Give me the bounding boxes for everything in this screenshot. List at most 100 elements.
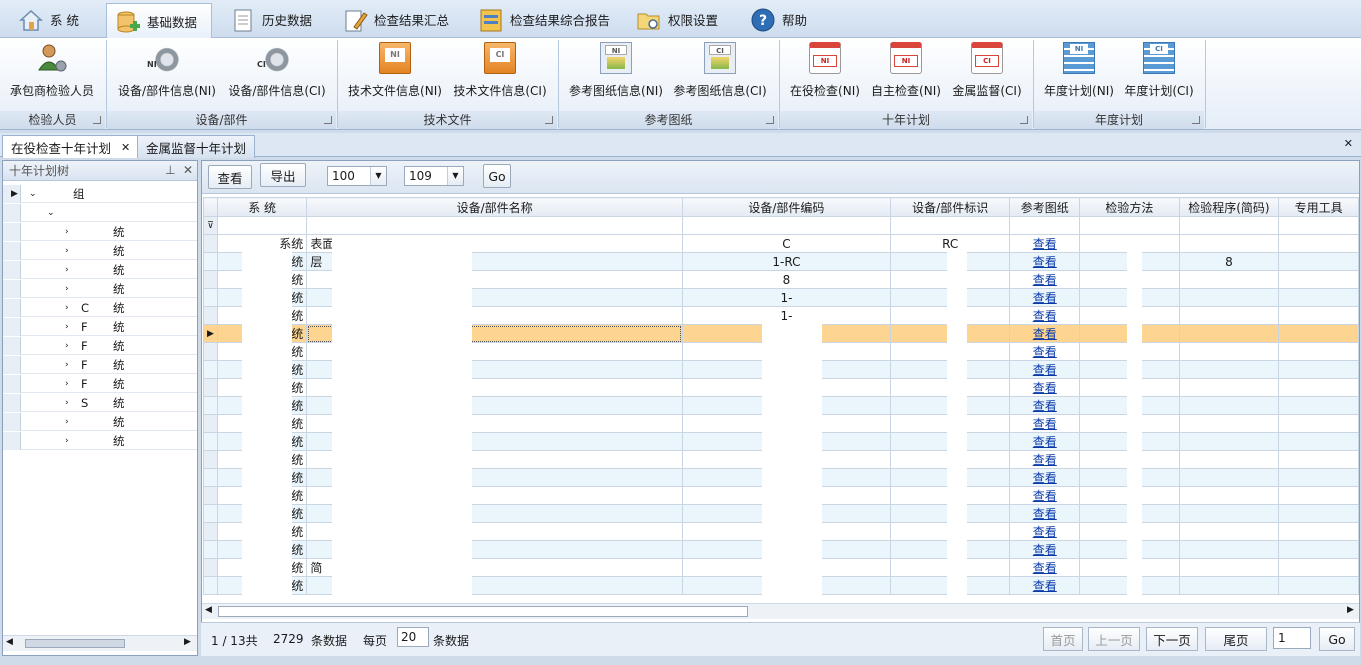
column-header[interactable]: 检验方法 (1079, 197, 1180, 217)
expand-icon[interactable]: › (65, 284, 69, 294)
expand-icon[interactable]: › (65, 322, 69, 332)
tree-node[interactable]: › S 统 (3, 394, 197, 412)
in-service-inspection-ni-button[interactable]: NI 在役检查(NI) (786, 42, 864, 102)
group-launcher-icon[interactable] (1020, 116, 1028, 124)
column-header[interactable]: 设备/部件标识 (889, 197, 1011, 217)
view-drawing-link[interactable]: 查看 (1033, 525, 1057, 539)
view-drawing-link[interactable]: 查看 (1033, 579, 1057, 593)
menu-system[interactable]: 系 统 (10, 3, 102, 36)
tree-node[interactable]: › 统 (3, 280, 197, 298)
column-header[interactable]: 专用工具 (1278, 197, 1359, 217)
tab-in-service-ten-year-plan[interactable]: 在役检查十年计划 ✕ (2, 135, 140, 158)
close-icon[interactable]: ✕ (183, 163, 193, 177)
export-button[interactable]: 导出 (260, 163, 306, 187)
view-drawing-link[interactable]: 查看 (1033, 561, 1057, 575)
tree-node[interactable]: › F 统 (3, 337, 197, 355)
menu-inspection-summary[interactable]: 检查结果汇总 (334, 3, 464, 36)
column-header[interactable]: 参考图纸 (1009, 197, 1081, 217)
annual-plan-ni-button[interactable]: NI 年度计划(NI) (1040, 42, 1118, 102)
view-drawing-link[interactable]: 查看 (1033, 507, 1057, 521)
view-drawing-link[interactable]: 查看 (1033, 543, 1057, 557)
filter-cell[interactable] (306, 216, 683, 235)
scroll-left-icon[interactable]: ◀ (205, 605, 212, 615)
tech-file-ni-button[interactable]: NI 技术文件信息(NI) (345, 42, 445, 102)
expand-icon[interactable]: › (65, 379, 69, 389)
filter-cell[interactable] (1079, 216, 1180, 235)
go-button[interactable]: Go (483, 164, 511, 188)
tree-node[interactable]: › 统 (3, 261, 197, 279)
group-launcher-icon[interactable] (545, 116, 553, 124)
menu-permission-settings[interactable]: 权限设置 (628, 3, 728, 36)
tree-hscrollbar[interactable]: ◀ ▶ (3, 635, 197, 651)
expand-icon[interactable]: › (65, 227, 69, 237)
range-end-combo[interactable]: 109 ▼ (404, 166, 464, 186)
menu-inspection-report[interactable]: 检查结果综合报告 (470, 3, 618, 36)
view-drawing-link[interactable]: 查看 (1033, 363, 1057, 377)
view-drawing-link[interactable]: 查看 (1033, 471, 1057, 485)
expand-icon[interactable]: › (65, 436, 69, 446)
view-drawing-link[interactable]: 查看 (1033, 345, 1057, 359)
page-go-button[interactable]: Go (1319, 627, 1355, 651)
tree-node[interactable]: ⌄ (3, 204, 197, 222)
expand-icon[interactable]: › (65, 265, 69, 275)
collapse-icon[interactable]: ⌄ (29, 189, 37, 199)
ref-drawing-ci-button[interactable]: CI 参考图纸信息(CI) (670, 42, 770, 102)
per-page-input[interactable]: 20 (397, 627, 429, 647)
self-inspection-ni-button[interactable]: NI 自主检查(NI) (867, 42, 945, 102)
contractor-inspector-button[interactable]: 承包商检验人员 (6, 42, 98, 102)
filter-cell[interactable] (681, 216, 891, 235)
next-page-button[interactable]: 下一页 (1146, 627, 1198, 651)
menu-help[interactable]: ? 帮助 (742, 3, 822, 36)
view-drawing-link[interactable]: 查看 (1033, 273, 1057, 287)
close-icon[interactable]: ✕ (121, 141, 130, 154)
menu-history-data[interactable]: 历史数据 (222, 3, 322, 36)
equipment-info-ni-button[interactable]: NI 设备/部件信息(NI) (114, 42, 220, 102)
expand-icon[interactable]: › (65, 246, 69, 256)
collapse-icon[interactable]: ⌄ (47, 208, 55, 218)
view-drawing-link[interactable]: 查看 (1033, 453, 1057, 467)
chevron-down-icon[interactable]: ▼ (370, 167, 386, 185)
annual-plan-ci-button[interactable]: CI 年度计划(CI) (1120, 42, 1198, 102)
page-number-input[interactable]: 1 (1273, 627, 1311, 649)
column-header[interactable]: 设备/部件编码 (681, 197, 891, 217)
scroll-right-icon[interactable]: ▶ (184, 637, 191, 647)
view-drawing-link[interactable]: 查看 (1033, 381, 1057, 395)
filter-cell[interactable] (216, 216, 308, 235)
scroll-thumb[interactable] (218, 606, 748, 617)
tree-node[interactable]: › F 统 (3, 356, 197, 374)
tree-node[interactable]: › 统 (3, 413, 197, 431)
menu-basic-data[interactable]: 基础数据 (106, 3, 212, 39)
last-page-button[interactable]: 尾页 (1205, 627, 1267, 651)
pin-icon[interactable]: ⊥ (165, 163, 175, 177)
range-start-combo[interactable]: 100 ▼ (327, 166, 387, 186)
view-drawing-link[interactable]: 查看 (1033, 489, 1057, 503)
scroll-right-icon[interactable]: ▶ (1347, 605, 1354, 615)
filter-cell[interactable] (1278, 216, 1359, 235)
column-header[interactable]: 系 统 (216, 197, 308, 217)
equipment-info-ci-button[interactable]: CI 设备/部件信息(CI) (224, 42, 330, 102)
tech-file-ci-button[interactable]: CI 技术文件信息(CI) (450, 42, 550, 102)
expand-icon[interactable]: › (65, 360, 69, 370)
tree-node-root[interactable]: ▶ ⌄ 组 (3, 185, 197, 203)
filter-cell[interactable] (1178, 216, 1280, 235)
ref-drawing-ni-button[interactable]: NI 参考图纸信息(NI) (566, 42, 666, 102)
group-launcher-icon[interactable] (766, 116, 774, 124)
view-drawing-link[interactable]: 查看 (1033, 399, 1057, 413)
tree-node[interactable]: › C 统 (3, 299, 197, 317)
tree-node[interactable]: › F 统 (3, 318, 197, 336)
metal-supervision-ci-button[interactable]: CI 金属监督(CI) (948, 42, 1026, 102)
view-button[interactable]: 查看 (208, 165, 252, 189)
view-drawing-link[interactable]: 查看 (1033, 327, 1057, 341)
filter-cell[interactable] (889, 216, 1011, 235)
prev-page-button[interactable]: 上一页 (1088, 627, 1140, 651)
view-drawing-link[interactable]: 查看 (1033, 435, 1057, 449)
view-drawing-link[interactable]: 查看 (1033, 291, 1057, 305)
chevron-down-icon[interactable]: ▼ (447, 167, 463, 185)
view-drawing-link[interactable]: 查看 (1033, 417, 1057, 431)
tab-metal-supervision-ten-year-plan[interactable]: 金属监督十年计划 (137, 135, 256, 158)
column-header[interactable]: 设备/部件名称 (306, 197, 683, 217)
close-all-icon[interactable]: ✕ (1344, 137, 1353, 150)
expand-icon[interactable]: › (65, 417, 69, 427)
filter-icon[interactable]: ⊽ (203, 216, 218, 235)
scroll-thumb[interactable] (25, 639, 125, 648)
